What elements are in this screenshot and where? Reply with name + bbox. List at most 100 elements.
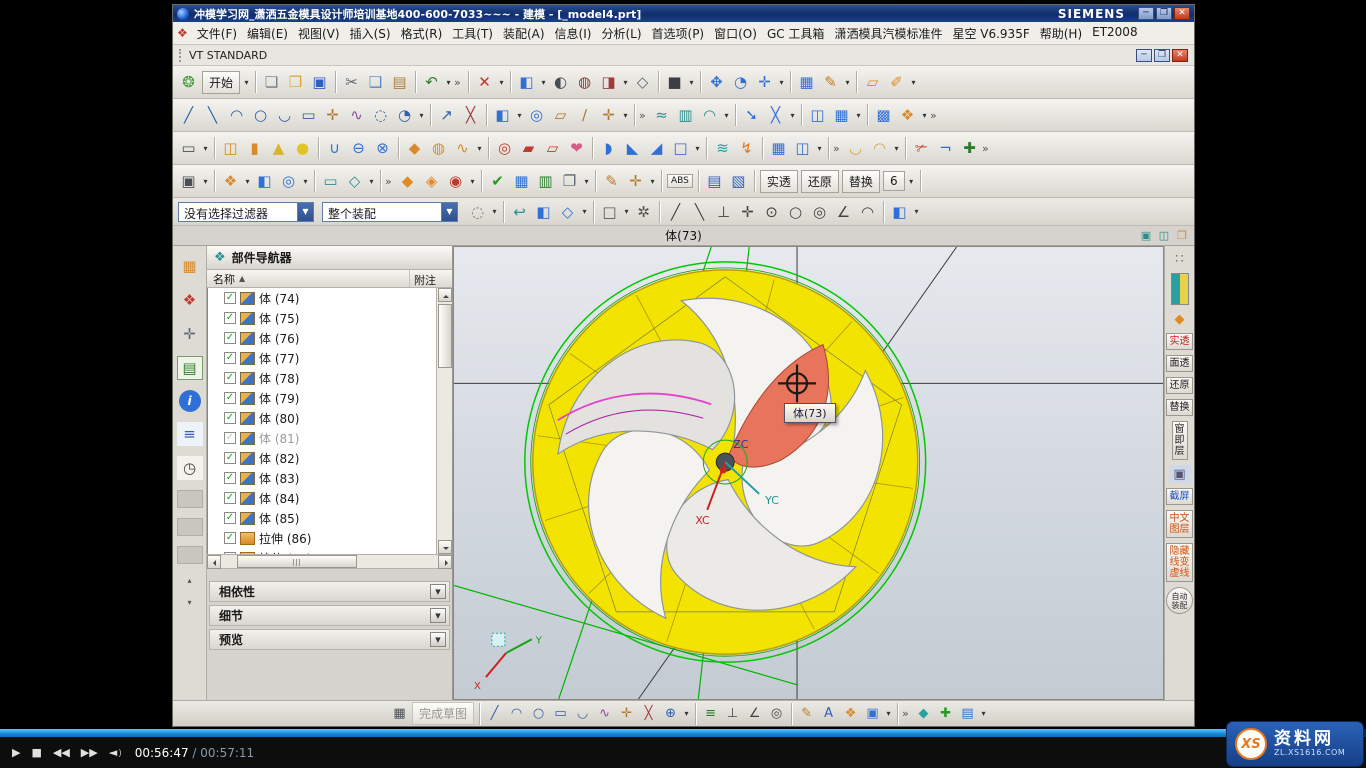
previous-view-icon[interactable]: ↩ <box>508 200 531 223</box>
offset-curve-icon[interactable]: ↗ <box>435 104 458 127</box>
dock-panel-icon[interactable]: ▣ <box>1138 227 1154 243</box>
palette-slot-1[interactable] <box>177 490 203 508</box>
delete-icon[interactable]: ✕ <box>473 71 496 94</box>
shaded-view-icon[interactable]: ◧ <box>515 71 538 94</box>
combo-arrow-icon[interactable]: ▼ <box>441 203 457 221</box>
chevron-down-icon[interactable]: ▼ <box>430 632 446 647</box>
section-dependencies[interactable]: 相依性▼ <box>209 581 450 602</box>
style-pen-icon[interactable]: ✎ <box>796 703 817 724</box>
mold-cavity-icon[interactable]: ◉ <box>444 170 467 193</box>
abs-mode-button[interactable]: ABS <box>667 174 693 188</box>
mini-restore-icon[interactable]: ❐ <box>1174 227 1190 243</box>
open-file-icon[interactable]: ❒ <box>284 71 307 94</box>
menu-window[interactable]: 窗口(O) <box>709 23 762 44</box>
tree-item-body-82[interactable]: ✓体 (82) <box>208 448 436 468</box>
snap-point-icon[interactable]: ✛ <box>736 200 759 223</box>
selection-scope-combo[interactable]: 整个装配 ▼ <box>322 202 458 222</box>
sweep-hook-icon[interactable]: ◡ <box>844 137 867 160</box>
pattern-component-icon[interactable]: ◎ <box>277 170 300 193</box>
chevron-down-icon[interactable]: ▼ <box>430 608 446 623</box>
snap-quadrant-icon[interactable]: ◎ <box>808 200 831 223</box>
wcs-dynamics-icon[interactable]: ◧ <box>888 200 911 223</box>
solid-translucent-button[interactable]: 实透 <box>760 170 798 193</box>
shell-icon[interactable]: □ <box>669 137 692 160</box>
sketch-line-icon[interactable]: ╱ <box>484 703 505 724</box>
toolbar-overflow-icon[interactable]: » <box>639 109 649 122</box>
wave-geometry-icon[interactable]: ▭ <box>319 170 342 193</box>
quick-feature-icon[interactable]: ↯ <box>735 137 758 160</box>
mold-parting-icon[interactable]: ◈ <box>420 170 443 193</box>
divide-face-icon[interactable]: ◫ <box>806 104 829 127</box>
profile-line-icon[interactable]: ╱ <box>177 104 200 127</box>
dropdown-arrow-icon[interactable]: ▾ <box>682 709 691 718</box>
chinese-layer-button[interactable]: 中文图层 <box>1166 510 1193 538</box>
toolbar-overflow-icon[interactable]: » <box>930 109 940 122</box>
menu-file[interactable]: 文件(F) <box>192 23 242 44</box>
paste-icon[interactable]: ▤ <box>388 71 411 94</box>
tree-item-extrude-86[interactable]: ✓拉伸 (86) <box>208 528 436 548</box>
tree-item-body-79[interactable]: ✓体 (79) <box>208 388 436 408</box>
checkbox-icon[interactable]: ✓ <box>224 432 236 444</box>
volume-icon[interactable]: ◄ <box>109 746 122 759</box>
video-progress-bar[interactable] <box>0 729 1366 737</box>
tree-item-body-80[interactable]: ✓体 (80) <box>208 408 436 428</box>
datum-csys-icon[interactable]: ✛ <box>597 104 620 127</box>
menu-view[interactable]: 视图(V) <box>293 23 345 44</box>
checkbox-icon[interactable]: ✓ <box>224 372 236 384</box>
dropdown-arrow-icon[interactable]: ▾ <box>788 111 797 120</box>
extrude-icon[interactable]: ◧ <box>491 104 514 127</box>
wireframe-view-icon[interactable]: ◇ <box>631 71 654 94</box>
toolbar-overflow-icon[interactable]: » <box>833 142 843 155</box>
finish-sketch-button[interactable]: 完成草图 <box>412 702 474 725</box>
mold-wizard-icon[interactable]: ◆ <box>396 170 419 193</box>
sketch-circle-icon[interactable]: ○ <box>528 703 549 724</box>
circle-icon[interactable]: ○ <box>249 104 272 127</box>
dropdown-arrow-icon[interactable]: ▾ <box>843 78 852 87</box>
dropdown-arrow-icon[interactable]: ▾ <box>693 144 702 153</box>
project-curve-icon[interactable]: ➘ <box>740 104 763 127</box>
title-bar[interactable]: 冲模学习网_潇洒五金模具设计师培训基地400-600-7033~~~ - 建模 … <box>173 5 1194 22</box>
dropdown-arrow-icon[interactable]: ▾ <box>417 111 426 120</box>
combine-icon[interactable]: ✚ <box>958 137 981 160</box>
curve-pen-icon[interactable]: ✐ <box>885 71 908 94</box>
tree-item-body-74[interactable]: ✓体 (74) <box>208 288 436 308</box>
palette-slot-2[interactable] <box>177 518 203 536</box>
general-selection-icon[interactable]: ◌ <box>466 200 489 223</box>
constraint-navigator-icon[interactable]: ✛ <box>177 322 203 346</box>
replace-display-button[interactable]: 替换 <box>842 170 880 193</box>
face-translucent-button[interactable]: 面透 <box>1166 355 1193 372</box>
column-header-note[interactable]: 附注 <box>410 270 452 287</box>
subtract-icon[interactable]: ⊖ <box>347 137 370 160</box>
dropdown-arrow-icon[interactable]: ▾ <box>722 111 731 120</box>
vt-restore-button[interactable]: ❐ <box>1154 49 1170 62</box>
dropdown-arrow-icon[interactable]: ▾ <box>907 177 916 186</box>
dropdown-arrow-icon[interactable]: ▾ <box>201 177 210 186</box>
dropdown-arrow-icon[interactable]: ▾ <box>621 111 630 120</box>
rotate-view-icon[interactable]: ◔ <box>729 71 752 94</box>
minimize-button[interactable]: ─ <box>1138 7 1154 20</box>
sketch-arc-icon[interactable]: ◠ <box>506 703 527 724</box>
assembly-constraint-icon[interactable]: ❖ <box>219 170 242 193</box>
menu-information[interactable]: 信息(I) <box>550 23 597 44</box>
dropdown-arrow-icon[interactable]: ▾ <box>580 207 589 216</box>
menu-mold-standard-parts[interactable]: 潇洒模具汽模标准件 <box>829 23 947 44</box>
dropdown-arrow-icon[interactable]: ▾ <box>909 78 918 87</box>
unite-icon[interactable]: ∪ <box>323 137 346 160</box>
tree-item-body-77[interactable]: ✓体 (77) <box>208 348 436 368</box>
save-icon[interactable]: ▣ <box>308 71 331 94</box>
menu-format[interactable]: 格式(R) <box>396 23 448 44</box>
pattern-feature-icon[interactable]: ▦ <box>767 137 790 160</box>
dropdown-arrow-icon[interactable]: ▾ <box>301 177 310 186</box>
background-color-icon[interactable]: ■ <box>663 71 686 94</box>
arc-icon[interactable]: ◠ <box>225 104 248 127</box>
dropdown-arrow-icon[interactable]: ▾ <box>854 111 863 120</box>
offset-tool-icon[interactable]: ⊕ <box>660 703 681 724</box>
snap-center-icon[interactable]: ⊙ <box>760 200 783 223</box>
intersect-curve-icon[interactable]: ╳ <box>764 104 787 127</box>
mirror-feature-icon[interactable]: ◫ <box>791 137 814 160</box>
close-button[interactable]: ✕ <box>1174 7 1190 20</box>
checkbox-icon[interactable]: ✓ <box>224 312 236 324</box>
dropdown-arrow-icon[interactable]: ▾ <box>475 144 484 153</box>
sketch-spline-icon[interactable]: ∿ <box>594 703 615 724</box>
checkbox-icon[interactable]: ✓ <box>224 332 236 344</box>
